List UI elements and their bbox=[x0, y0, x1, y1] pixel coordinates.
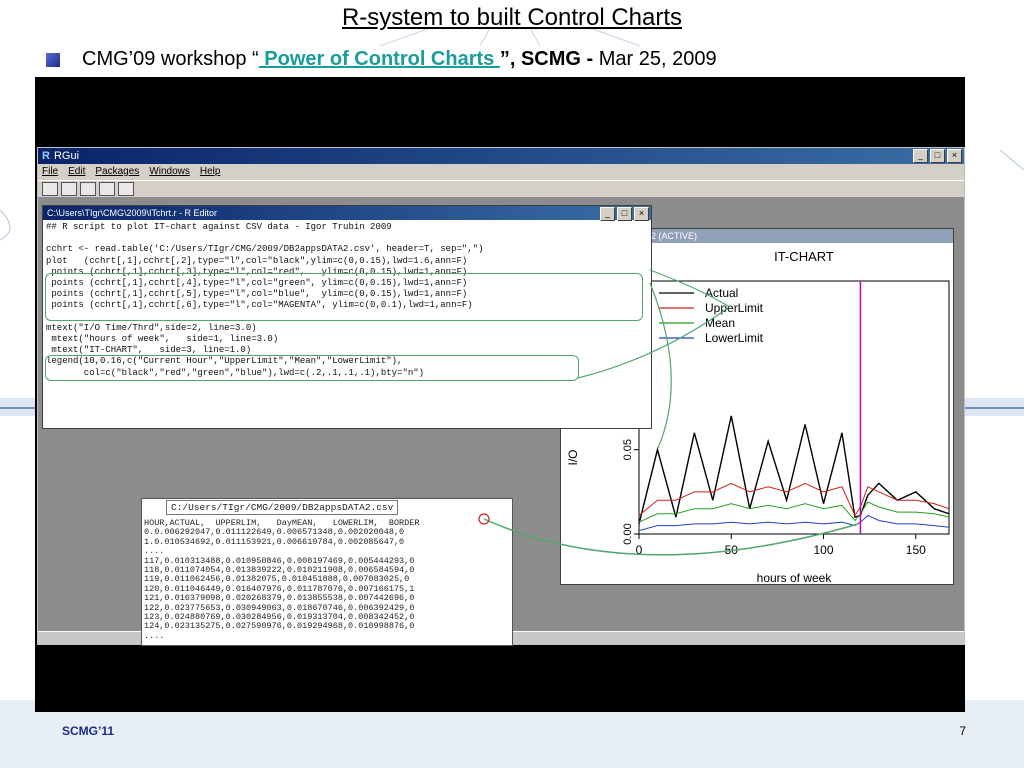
footer-org: SCMG’11 bbox=[62, 724, 115, 738]
slide-subtitle: CMG’09 workshop “ Power of Control Chart… bbox=[46, 48, 717, 71]
rgui-window: R RGui _ □ × File Edit Packages Windows H… bbox=[37, 147, 965, 646]
subtitle-pre: CMG’09 workshop “ bbox=[82, 48, 259, 70]
r-screenshot: R RGui _ □ × File Edit Packages Windows H… bbox=[35, 77, 965, 712]
subtitle-org: ”, SCMG - bbox=[499, 48, 599, 70]
subtitle-date: Mar 25, 2009 bbox=[598, 48, 717, 70]
subtitle-link[interactable]: Power of Control Charts bbox=[259, 48, 500, 70]
slide-title: R-system to built Control Charts bbox=[341, 4, 683, 31]
page-number: 7 bbox=[959, 724, 966, 738]
annotation-arrows bbox=[478, 269, 859, 556]
bullet-icon bbox=[46, 52, 60, 67]
